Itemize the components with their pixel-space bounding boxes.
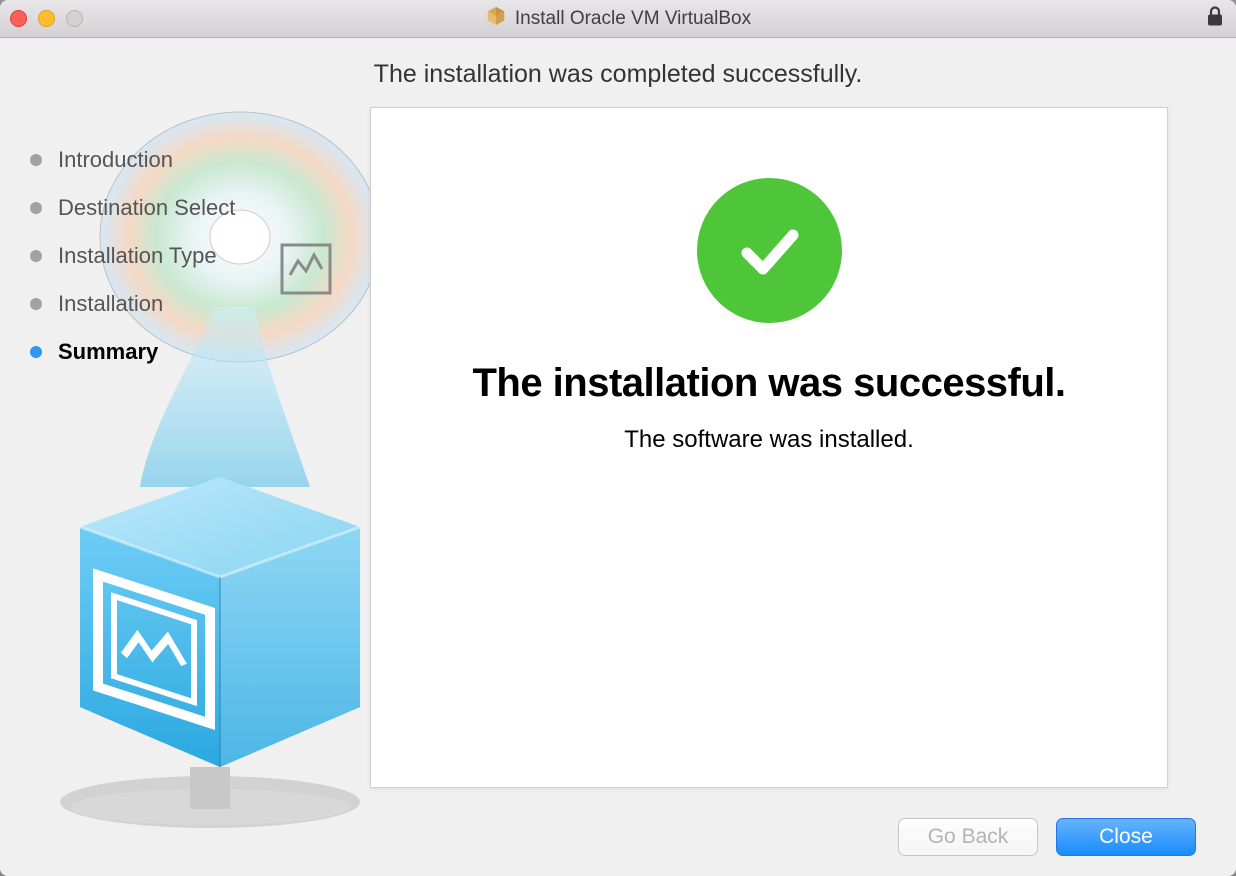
installer-steps-sidebar: Introduction Destination Select Installa… xyxy=(0,107,370,798)
step-dot-icon xyxy=(30,346,42,358)
step-destination-select: Destination Select xyxy=(30,195,370,221)
titlebar[interactable]: Install Oracle VM VirtualBox xyxy=(0,0,1236,38)
step-installation: Installation xyxy=(30,291,370,317)
window-zoom-button-disabled xyxy=(66,10,83,27)
step-introduction: Introduction xyxy=(30,147,370,173)
step-dot-icon xyxy=(30,298,42,310)
window-title: Install Oracle VM VirtualBox xyxy=(0,5,1236,33)
banner-text: The installation was completed successfu… xyxy=(0,38,1236,107)
success-check-icon xyxy=(697,178,842,323)
step-label: Installation xyxy=(58,291,163,317)
step-dot-icon xyxy=(30,154,42,166)
window-minimize-button[interactable] xyxy=(38,10,55,27)
package-icon xyxy=(485,5,507,33)
step-dot-icon xyxy=(30,250,42,262)
window-close-button[interactable] xyxy=(10,10,27,27)
step-label: Installation Type xyxy=(58,243,217,269)
step-dot-icon xyxy=(30,202,42,214)
window-body: The installation was completed successfu… xyxy=(0,38,1236,876)
step-label: Introduction xyxy=(58,147,173,173)
content-row: Introduction Destination Select Installa… xyxy=(0,107,1236,798)
footer: Go Back Close xyxy=(0,798,1236,876)
installer-window: Install Oracle VM VirtualBox The install… xyxy=(0,0,1236,876)
summary-panel: The installation was successful. The sof… xyxy=(370,107,1168,788)
lock-icon xyxy=(1206,5,1224,32)
step-label: Destination Select xyxy=(58,195,235,221)
window-title-text: Install Oracle VM VirtualBox xyxy=(515,8,751,30)
success-heading: The installation was successful. xyxy=(472,361,1065,406)
success-subtext: The software was installed. xyxy=(624,426,913,454)
step-installation-type: Installation Type xyxy=(30,243,370,269)
close-button[interactable]: Close xyxy=(1056,818,1196,856)
step-label: Summary xyxy=(58,339,158,365)
go-back-button: Go Back xyxy=(898,818,1038,856)
traffic-lights xyxy=(10,10,83,27)
step-summary: Summary xyxy=(30,339,370,365)
